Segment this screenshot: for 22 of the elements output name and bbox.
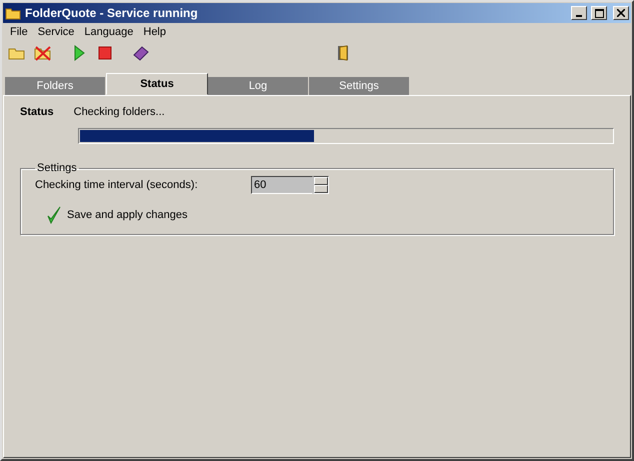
tab[interactable]: Folders	[5, 77, 106, 95]
close-icon	[617, 9, 625, 17]
maximize-button[interactable]	[591, 6, 607, 20]
save-button[interactable]: Save and apply changes	[47, 206, 188, 224]
menu-item[interactable]: Service	[32, 26, 80, 38]
minimize-button[interactable]	[571, 6, 587, 20]
maximize-icon	[594, 8, 604, 18]
folder-cross-icon[interactable]	[34, 44, 52, 62]
window-title: FolderQuote - Service running	[25, 6, 199, 20]
status-label: Status	[20, 106, 54, 118]
field-label: Checking time interval (seconds):	[35, 179, 199, 191]
tab[interactable]: Settings	[309, 77, 410, 95]
menu-item[interactable]: Help	[138, 26, 171, 38]
group-title: Settings	[36, 162, 78, 174]
close-button[interactable]	[613, 6, 629, 20]
tab[interactable]: Status	[106, 73, 208, 95]
status-message: Checking folders...	[74, 106, 165, 118]
menu-item[interactable]: Language	[79, 26, 138, 38]
checkmark-icon	[47, 206, 61, 224]
menu-item[interactable]: File	[5, 26, 33, 38]
tab[interactable]: Log	[208, 77, 309, 95]
stop-icon[interactable]	[96, 44, 114, 62]
